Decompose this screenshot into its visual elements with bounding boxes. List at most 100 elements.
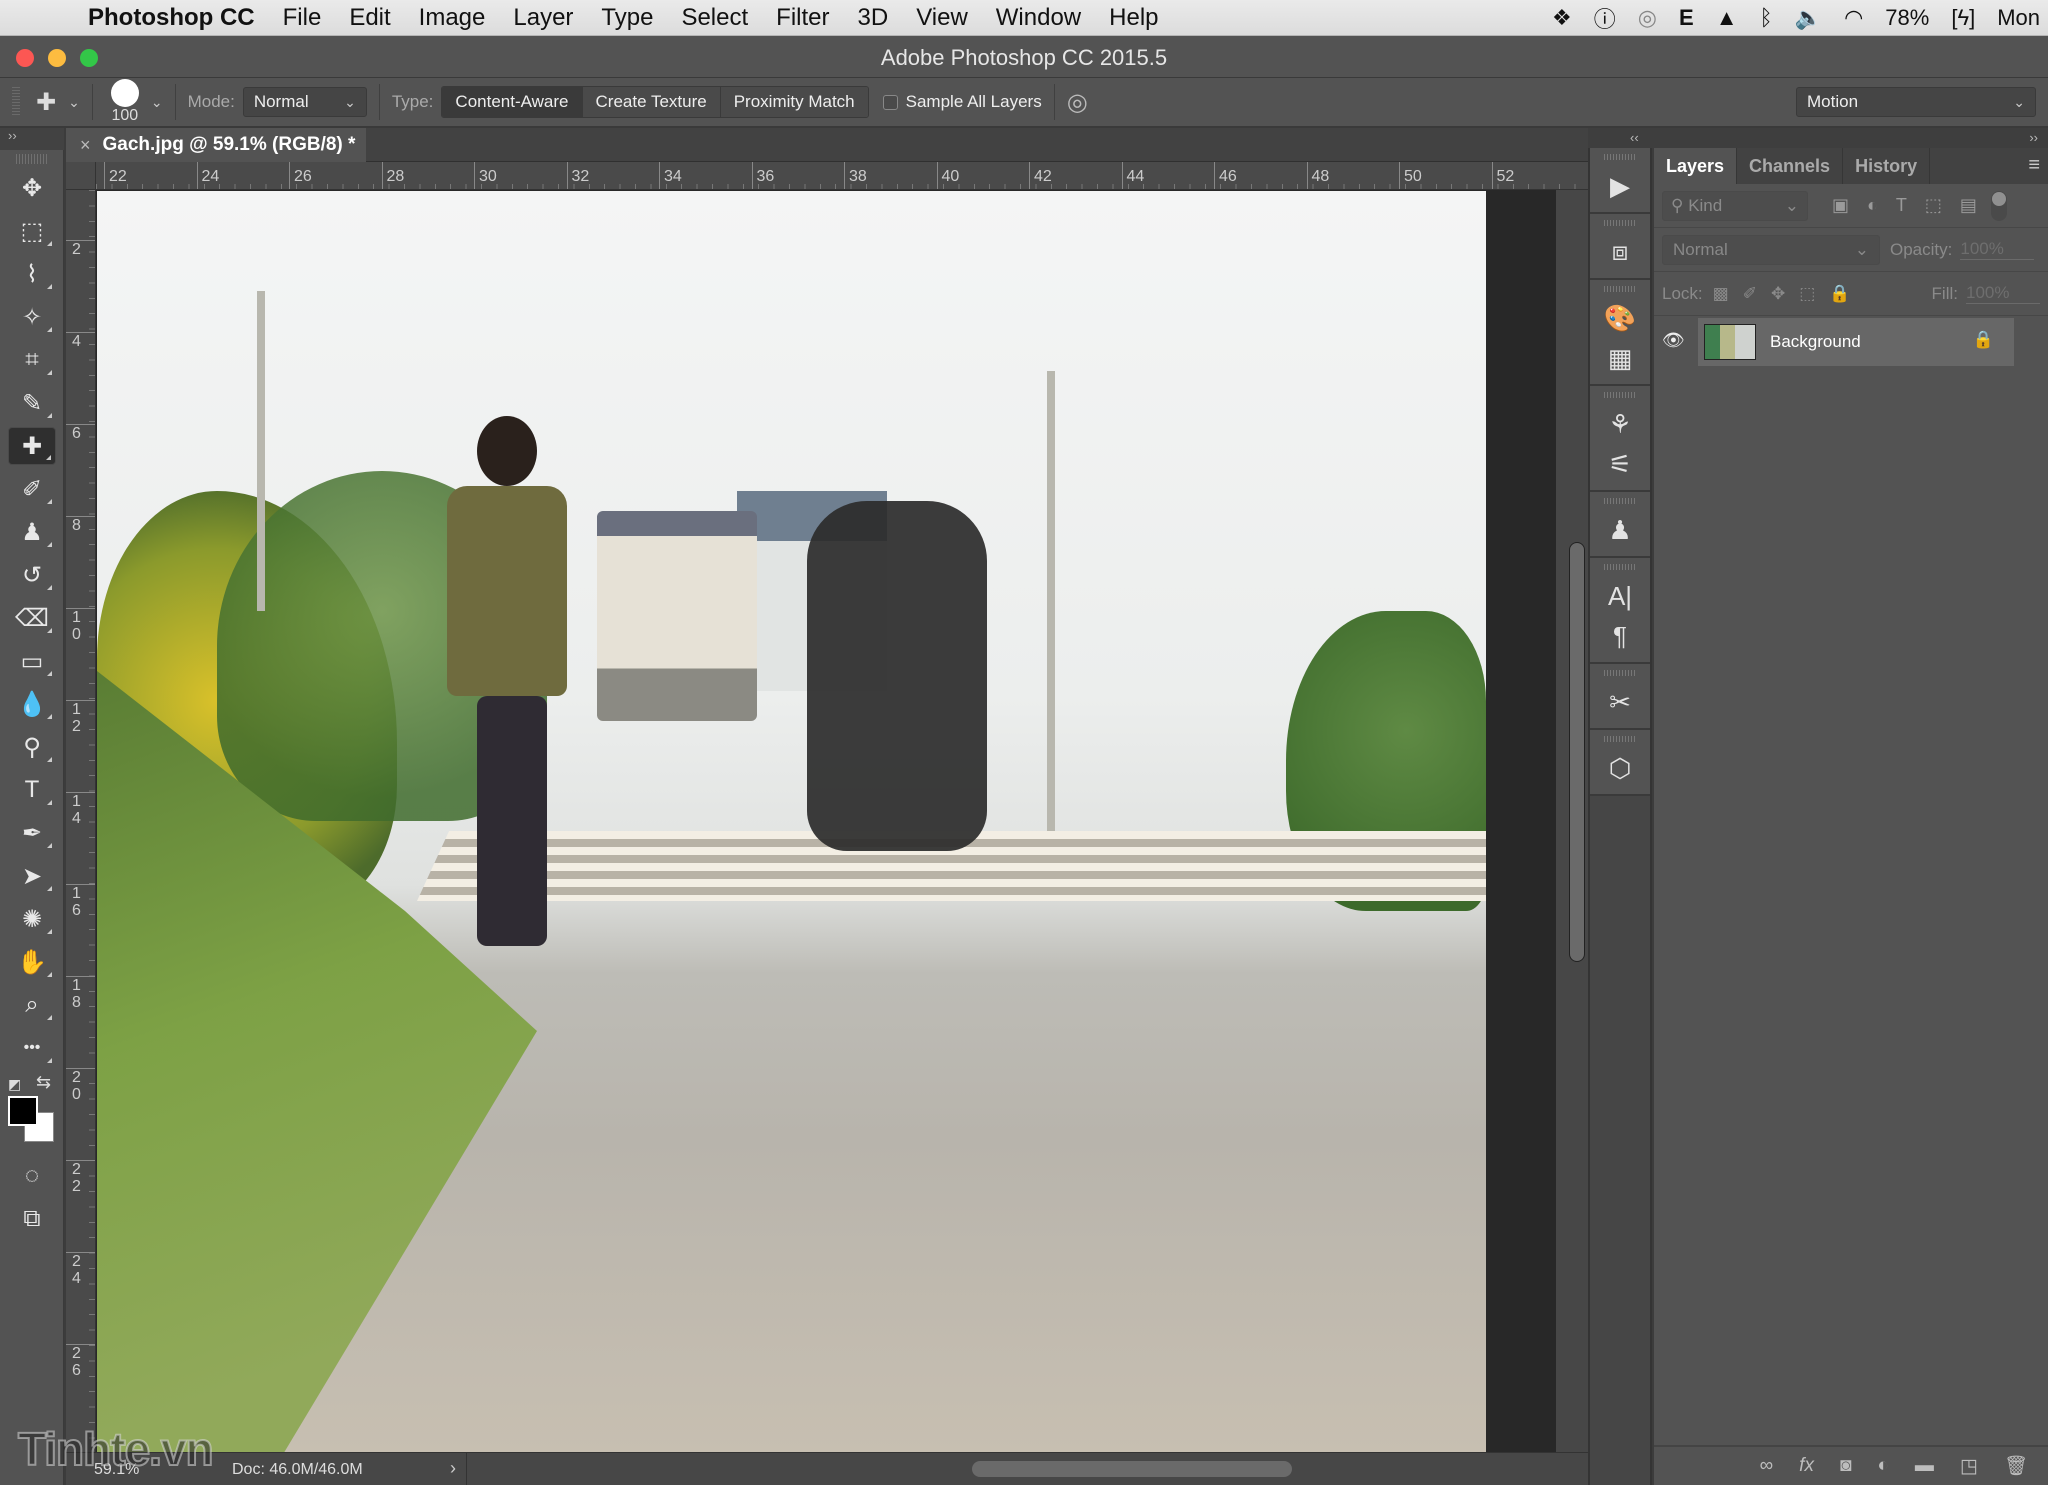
clone-stamp-tool[interactable]: ♟ (8, 513, 56, 551)
menu-image[interactable]: Image (419, 4, 486, 32)
clock[interactable]: Mon (1997, 5, 2040, 31)
creative-cloud-icon[interactable]: ◎ (1638, 5, 1657, 31)
edit-toolbar-tool[interactable]: ••• (8, 1029, 56, 1067)
vertical-scroll-thumb[interactable] (1569, 542, 1585, 962)
filter-kind-select[interactable]: ⚲ Kind ⌄ (1662, 190, 1808, 221)
layer-row[interactable]: 👁 Background 🔒 (1662, 318, 2014, 366)
expand-dock-button[interactable]: ›› (2029, 130, 2038, 145)
brush-settings-icon[interactable]: ⚟ (1590, 444, 1650, 484)
add-mask-icon[interactable]: ◙ (1840, 1455, 1851, 1477)
filter-shape-icon[interactable]: ⬚ (1925, 195, 1942, 216)
vertical-ruler[interactable]: 2 4 6 8 1 0 1 2 1 4 1 6 1 8 2 0 2 2 2 4 2 6 (66, 190, 96, 1452)
swatches-grid-icon[interactable]: ▦ (1590, 338, 1650, 378)
hand-tool[interactable]: ✋ (8, 943, 56, 981)
play-actions-icon[interactable]: ▶ (1590, 166, 1650, 206)
gradient-tool[interactable]: ▭ (8, 642, 56, 680)
tool-preset-picker[interactable]: ✚ ⌄ (36, 88, 80, 117)
blend-mode-select[interactable]: Normal ⌄ (1662, 234, 1880, 265)
status-menu-arrow[interactable]: › (450, 1458, 456, 1479)
tab-history[interactable]: History (1843, 148, 1931, 184)
new-group-icon[interactable]: ▬ (1915, 1455, 1934, 1477)
fx-icon[interactable]: fx (1799, 1455, 1814, 1477)
swap-colors-icon[interactable]: ⇆ (36, 1072, 51, 1093)
type-content-aware-button[interactable]: Content-Aware (442, 87, 583, 117)
brush-preset-picker[interactable]: 100 (105, 79, 145, 125)
crop-tool[interactable]: ⌗ (8, 341, 56, 379)
history-brush-tool[interactable]: ↺ (8, 556, 56, 594)
menu-app-name[interactable]: Photoshop CC (88, 4, 255, 32)
default-colors-icon[interactable]: ◩ (8, 1076, 21, 1093)
volume-icon[interactable]: 🔈 (1795, 5, 1822, 31)
vertical-scrollbar[interactable] (1556, 190, 1588, 1452)
visibility-eye-icon[interactable]: 👁 (1662, 330, 1685, 351)
pen-tool[interactable]: ✒ (8, 814, 56, 852)
menu-view[interactable]: View (916, 4, 968, 32)
menu-help[interactable]: Help (1109, 4, 1158, 32)
checkbox-box[interactable] (882, 94, 898, 110)
filter-pixel-icon[interactable]: ▣ (1832, 195, 1849, 216)
lock-image-icon[interactable]: ✐ (1743, 284, 1757, 304)
options-bar-grip[interactable] (12, 87, 20, 117)
dock-group-grip[interactable] (1604, 154, 1636, 160)
marquee-tool[interactable]: ⬚ (8, 212, 56, 250)
tool-presets-icon[interactable]: ✂ (1590, 682, 1650, 722)
character-icon[interactable]: A| (1590, 576, 1650, 616)
dock-group-grip[interactable] (1604, 670, 1636, 676)
opacity-field[interactable]: 100% (1960, 239, 2035, 260)
screen-mode-tool[interactable]: ⧉ (8, 1200, 56, 1238)
menu-window[interactable]: Window (996, 4, 1081, 32)
menu-3d[interactable]: 3D (858, 4, 889, 32)
menu-filter[interactable]: Filter (776, 4, 829, 32)
menu-select[interactable]: Select (681, 4, 748, 32)
custom-shape-tool[interactable]: ✺ (8, 900, 56, 938)
link-layers-icon[interactable]: ∞ (1760, 1455, 1774, 1477)
lock-all-icon[interactable]: 🔒 (1829, 284, 1850, 304)
menu-edit[interactable]: Edit (349, 4, 390, 32)
google-drive-icon[interactable]: ▲ (1716, 5, 1738, 31)
layer-lock-icon[interactable]: 🔒 (1973, 330, 1994, 350)
dock-group-grip[interactable] (1604, 564, 1636, 570)
dodge-tool[interactable]: ⚲ (8, 728, 56, 766)
lasso-tool[interactable]: ⌇ (8, 255, 56, 293)
workspace-switcher[interactable]: Motion ⌄ (1796, 87, 2036, 117)
menu-layer[interactable]: Layer (513, 4, 573, 32)
bluetooth-icon[interactable]: ᛒ (1759, 5, 1772, 31)
lock-transparent-icon[interactable]: ▩ (1713, 284, 1729, 304)
horizontal-scroll-thumb[interactable] (972, 1461, 1292, 1477)
color-palette-icon[interactable]: 🎨 (1590, 298, 1650, 338)
lock-artboard-icon[interactable]: ⬚ (1799, 284, 1815, 304)
dropbox-icon[interactable]: ❖ (1552, 5, 1572, 31)
menu-type[interactable]: Type (601, 4, 653, 32)
toolbar-collapse-button[interactable]: ›› (0, 128, 64, 150)
adjustment-layer-icon[interactable]: ◐ (1877, 1455, 1888, 1477)
chevron-down-icon[interactable]: ⌄ (151, 94, 163, 111)
dock-group-grip[interactable] (1604, 498, 1636, 504)
brushes-icon[interactable]: ⚘ (1590, 404, 1650, 444)
foreground-color-swatch[interactable] (8, 1096, 38, 1126)
ruler-origin[interactable] (66, 162, 96, 190)
path-selection-tool[interactable]: ➤ (8, 857, 56, 895)
collapse-dock-button[interactable]: ‹‹ (1630, 130, 1639, 145)
spot-healing-brush-tool[interactable]: ✚ (8, 427, 56, 465)
image-canvas[interactable] (97, 191, 1486, 1453)
magic-wand-tool[interactable]: ✧ (8, 298, 56, 336)
onepassword-icon[interactable]: ⓘ (1594, 2, 1616, 34)
lock-position-icon[interactable]: ✥ (1771, 284, 1785, 304)
brush-tool[interactable]: ✐ (8, 470, 56, 508)
pressure-size-icon[interactable]: ◎ (1067, 88, 1088, 117)
type-proximity-match-button[interactable]: Proximity Match (720, 87, 868, 117)
paragraph-icon[interactable]: ¶ (1590, 616, 1650, 656)
dock-group-grip[interactable] (1604, 392, 1636, 398)
dock-group-grip[interactable] (1604, 736, 1636, 742)
type-tool[interactable]: T (8, 771, 56, 809)
panel-menu-icon[interactable]: ≡ (2028, 148, 2040, 184)
document-tab[interactable]: × Gach.jpg @ 59.1% (RGB/8) * (66, 128, 366, 162)
sample-all-layers-checkbox[interactable]: Sample All Layers (882, 92, 1042, 112)
filter-toggle[interactable] (1990, 190, 2007, 221)
blur-tool[interactable]: 💧 (8, 685, 56, 723)
3d-materials-icon[interactable]: ⧈ (1590, 232, 1650, 272)
toolbar-grip[interactable] (16, 154, 47, 164)
move-tool[interactable]: ✥ (8, 169, 56, 207)
type-create-texture-button[interactable]: Create Texture (582, 87, 721, 117)
close-tab-icon[interactable]: × (80, 135, 91, 156)
